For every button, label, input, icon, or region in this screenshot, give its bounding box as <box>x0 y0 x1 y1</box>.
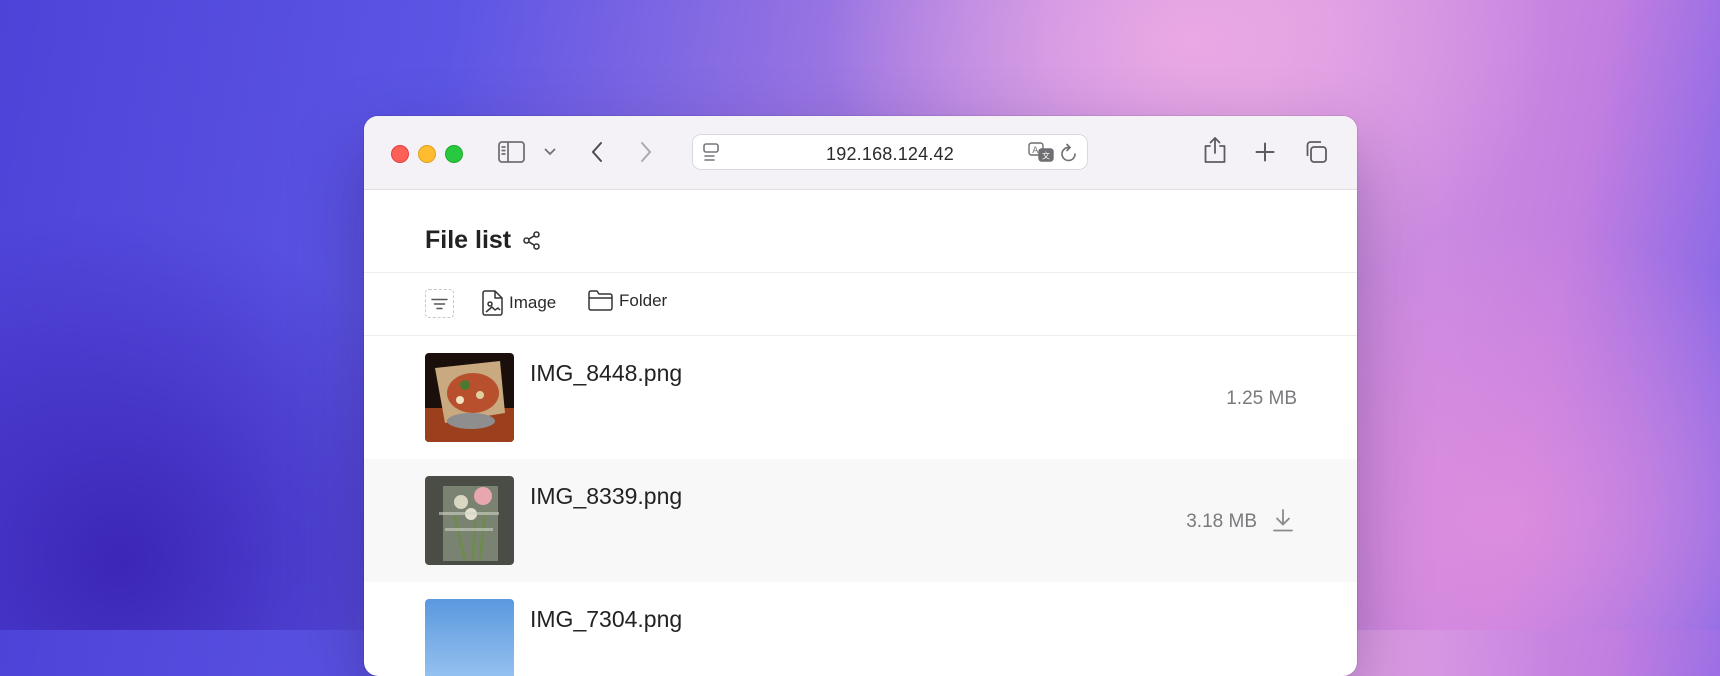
share-icon[interactable] <box>1204 136 1226 164</box>
image-filter-chip[interactable]: Image <box>482 290 556 316</box>
filter-icon <box>431 298 448 309</box>
file-size: 1.25 MB <box>1226 388 1297 409</box>
sidebar-icon[interactable] <box>498 141 525 163</box>
plus-icon[interactable] <box>1255 142 1275 162</box>
filter-toolbar: Image Folder <box>364 273 1357 336</box>
page-title: File list <box>425 226 512 254</box>
file-thumbnail <box>425 476 514 565</box>
browser-toolbar: 192.168.124.42 A 文 <box>364 116 1357 190</box>
translate-icon[interactable]: A 文 <box>1028 142 1054 162</box>
file-thumbnail <box>425 599 514 676</box>
svg-text:文: 文 <box>1042 151 1050 161</box>
image-filter-label: Image <box>509 293 557 312</box>
share-link-icon[interactable] <box>523 231 541 250</box>
file-name: IMG_8448.png <box>530 360 683 386</box>
tabs-icon[interactable] <box>1304 140 1328 164</box>
folder-filter-chip[interactable]: Folder <box>588 290 667 311</box>
filter-button[interactable] <box>425 289 454 318</box>
reload-icon[interactable] <box>1060 143 1078 163</box>
file-name: IMG_7304.png <box>530 606 683 632</box>
svg-text:A: A <box>1032 146 1039 156</box>
file-name: IMG_8339.png <box>530 483 683 509</box>
file-row[interactable]: IMG_8339.png 3.18 MB <box>364 459 1357 582</box>
download-icon[interactable] <box>1273 509 1293 532</box>
chevron-down-icon[interactable] <box>544 148 556 156</box>
page-content: File list Image Folder IMG_8448.png 1.25… <box>364 190 1357 676</box>
folder-filter-label: Folder <box>619 290 668 310</box>
file-row[interactable]: IMG_8448.png 1.25 MB <box>364 336 1357 459</box>
chevron-right-icon[interactable] <box>639 141 653 163</box>
image-file-icon <box>482 290 503 316</box>
page-header: File list <box>364 190 1357 273</box>
file-thumbnail <box>425 353 514 442</box>
file-size: 3.18 MB <box>1186 511 1257 532</box>
zoom-window-button[interactable] <box>445 145 463 163</box>
file-row[interactable]: IMG_7304.png <box>364 582 1357 676</box>
chevron-left-icon[interactable] <box>590 141 604 163</box>
address-bar[interactable]: 192.168.124.42 A 文 <box>692 134 1088 170</box>
close-window-button[interactable] <box>391 145 409 163</box>
browser-window: 192.168.124.42 A 文 File list Image Folde… <box>364 116 1357 676</box>
folder-icon <box>588 290 613 311</box>
minimize-window-button[interactable] <box>418 145 436 163</box>
